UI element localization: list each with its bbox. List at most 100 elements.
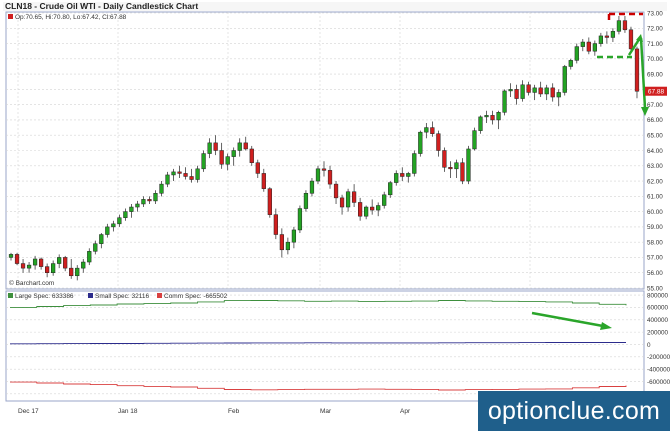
candle-body [38,258,44,267]
candle-body [406,173,411,177]
candle-body [502,90,507,113]
price-tick-label: 57.00 [647,255,663,262]
cot-tick-label: 0 [647,342,651,349]
candle [14,252,20,266]
candle-body [382,194,387,206]
candle-body [586,41,591,52]
price-tick-label: 63.00 [647,163,663,170]
candle-body [562,66,567,93]
candle-body [195,168,200,180]
candle-body [388,182,393,196]
x-tick-label: Feb [228,408,240,415]
candle-body [57,257,62,264]
candle-body [345,191,351,208]
candle [472,127,477,151]
candle-body [544,87,549,95]
candle-body [273,214,278,235]
candle-body [610,31,616,38]
candle-body [442,150,447,168]
price-tick-label: 67.00 [647,102,663,109]
legend-comm-spec: Comm Spec: -665502 [164,293,228,300]
candle-body [364,206,369,217]
candle-body [63,257,68,269]
candle-body [159,183,164,194]
candle-body [141,199,146,205]
candle-body [93,243,98,252]
price-tick-label: 66.00 [647,117,663,124]
candle [562,64,567,96]
legend-swatch-small-spec [88,293,93,298]
candle [574,43,579,64]
candle [418,130,423,157]
legend-swatch-large-spec [8,293,13,298]
candle-body [454,162,459,170]
candle-body [628,29,634,50]
candle-body [574,46,579,61]
candle-body [580,41,585,47]
candle-body [32,258,38,266]
candle-body [297,208,303,231]
cot-tick-label: 800000 [647,292,669,299]
price-tick-label: 62.00 [647,178,663,185]
candle-body [177,171,182,174]
cot-tick-label: 600000 [647,305,669,312]
candle-body [237,142,242,151]
ohlc-marker [8,14,13,19]
candle-body [171,171,176,176]
attribution: © Barchart.com [9,279,54,287]
candle [466,145,471,185]
candle-body [303,193,309,209]
candle-body [51,263,56,273]
candle-body [508,89,513,92]
candle-body [436,133,441,151]
cot-tick-label: -600000 [647,379,670,386]
x-tick-label: Mar [320,408,332,415]
candle-body [333,183,339,199]
candle-body [81,261,86,269]
candle-body [448,167,453,170]
candle [303,190,309,212]
candle-body [183,173,188,177]
candle-body [123,211,128,218]
candle [634,46,640,99]
price-tick-label: 71.00 [647,41,663,48]
cot-legend: Large Spec: 633386 Small Spec: 32116 Com… [8,293,228,300]
x-tick-label: Jan 18 [118,408,138,415]
candle [502,89,507,116]
candle-body [418,131,423,154]
candle-body [532,87,537,93]
candle-body [147,199,152,202]
candle-body [634,48,640,92]
price-tick-label: 69.00 [647,71,663,78]
price-tick-label: 59.00 [647,224,663,231]
candle-body [105,226,110,235]
candle [249,145,254,166]
candle-body [129,206,134,212]
watermark: optionclue.com [478,391,670,431]
price-tick-label: 58.00 [647,239,663,246]
candle-body [526,84,531,93]
candle-body [604,35,610,38]
candle-body [412,153,417,174]
candle-body [207,142,212,154]
candle-body [622,20,628,31]
cot-tick-label: 200000 [647,329,669,336]
price-tick-label: 65.00 [647,133,663,140]
candle-body [568,60,573,67]
candle-body [45,266,50,273]
candle [628,26,634,52]
candle [267,187,272,218]
price-tick-label: 60.00 [647,209,663,216]
price-tick-label: 55.00 [647,285,663,292]
ohlc-readout: Op:70.65, Hi:70.80, Lo:67.42, Cl:67.88 [15,14,127,21]
candle-body [225,156,230,165]
candle-body [490,115,495,121]
candle-body [466,148,471,182]
price-tick-label: 61.00 [647,194,663,201]
price-tick-label: 64.00 [647,148,663,155]
candle-body [14,254,20,264]
candle-body [460,162,465,182]
candle-body [279,234,284,251]
x-tick-label: Apr [400,408,411,415]
candle-body [538,87,543,95]
